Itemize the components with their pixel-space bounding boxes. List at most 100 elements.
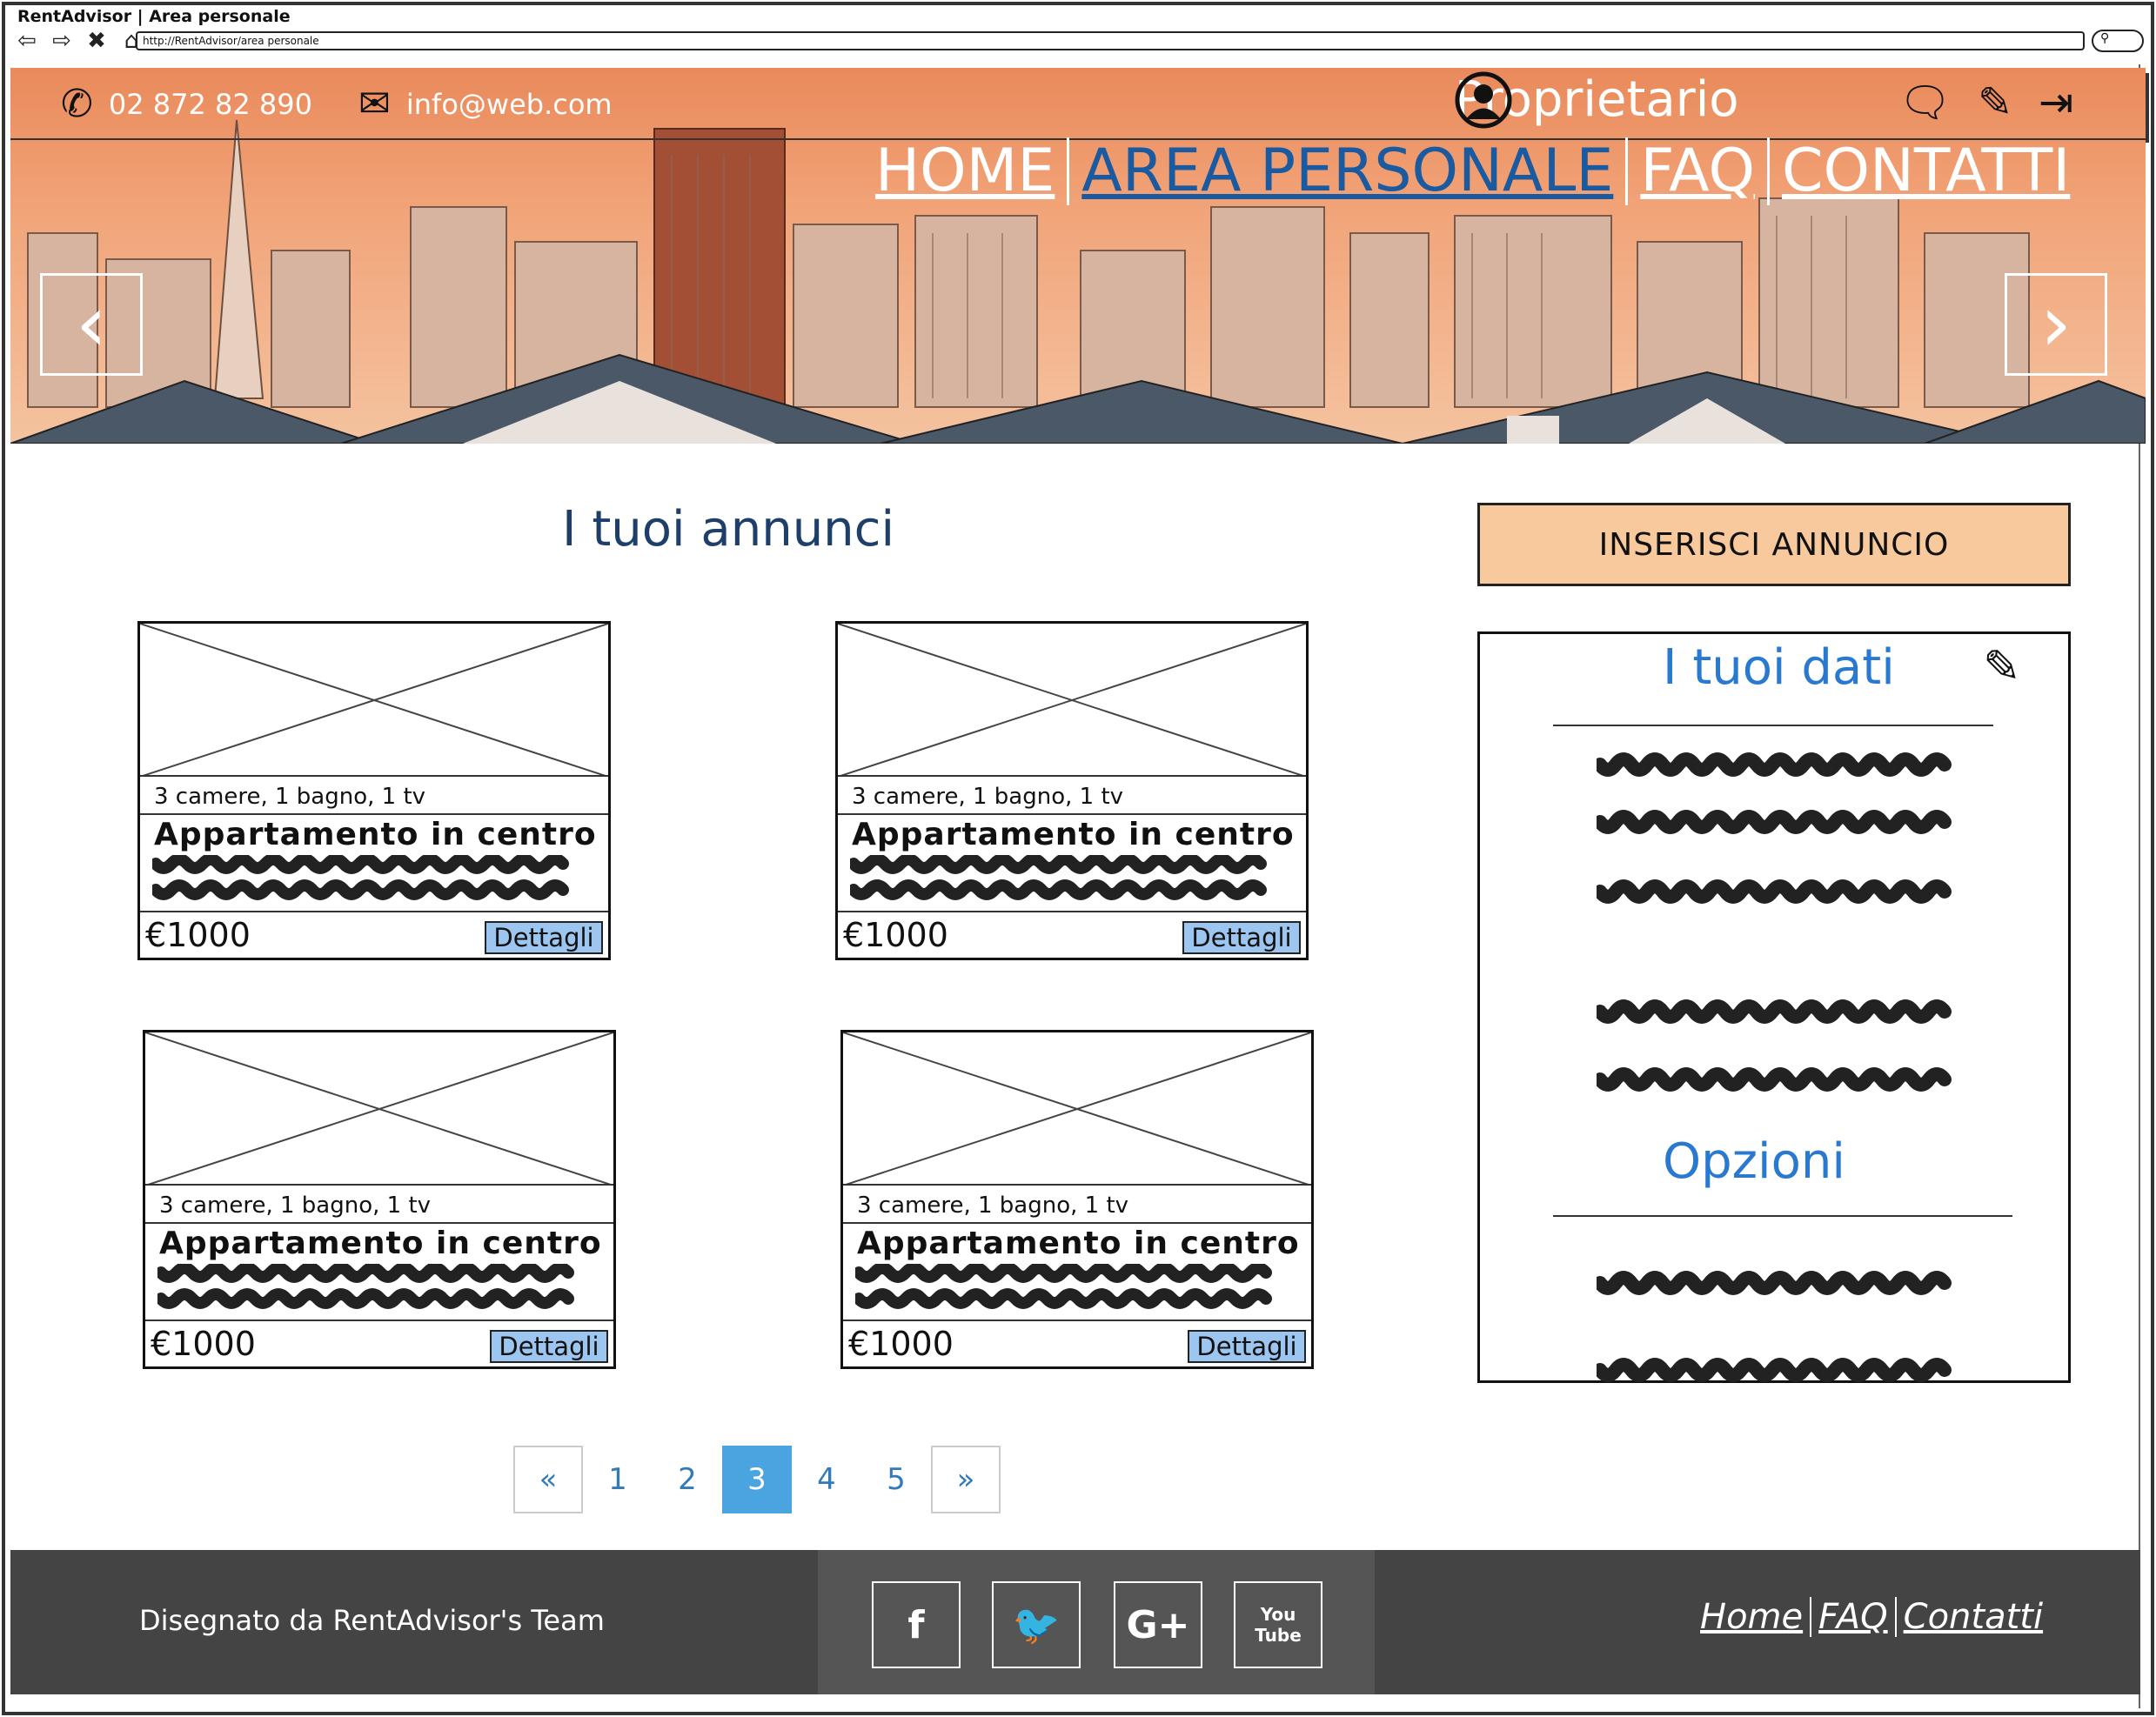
listing-description-scribble [157,1264,574,1309]
listing-title: Appartamento in centro [857,1226,1300,1261]
divider [1553,725,1993,726]
listing-meta: 3 camere, 1 bagno, 1 tv [159,1193,432,1219]
facebook-icon[interactable]: f [872,1581,961,1668]
edit-icon[interactable]: ✎ [1978,82,2012,124]
browser-nav: ⇦ ⇨ ✖ ⌂ [14,26,144,56]
edit-data-icon[interactable]: ✎ [1983,645,2021,690]
divider [140,813,608,815]
details-button[interactable]: Dettagli [485,921,603,954]
listing-meta: 3 camere, 1 bagno, 1 tv [852,784,1124,810]
footer: Disegnato da RentAdvisor's Team f 🐦 G+ Y… [10,1550,2140,1694]
chevron-left-icon: ‹ [76,278,107,370]
carousel-next-button[interactable]: › [2005,273,2107,376]
user-data-panel: I tuoi dati ✎ Opzioni [1477,631,2071,1383]
listing-image-placeholder [843,1032,1311,1186]
divider [843,1319,1311,1321]
footer-link-faq[interactable]: FAQ [1811,1597,1897,1637]
data-field-scribble [1597,752,1952,777]
footer-link-home[interactable]: Home [1693,1597,1812,1637]
listings-title: I tuoi annunci [562,501,895,558]
listing-description-scribble [855,1264,1272,1309]
phone-number: 02 872 82 890 [108,87,312,121]
page-1[interactable]: 1 [583,1446,653,1513]
page-4[interactable]: 4 [792,1446,861,1513]
details-button[interactable]: Dettagli [490,1330,608,1363]
footer-links: Home FAQ Contatti [1693,1597,2050,1637]
google-plus-icon[interactable]: G+ [1114,1581,1202,1668]
hero-banner: ✆ 02 872 82 890 ✉ info@web.com Proprieta… [10,68,2146,444]
youtube-icon[interactable]: You Tube [1234,1581,1322,1668]
forward-icon[interactable]: ⇨ [49,28,75,54]
carousel-prev-button[interactable]: ‹ [40,273,143,376]
listing-title: Appartamento in centro [154,817,597,852]
listing-card: 3 camere, 1 bagno, 1 tv Appartamento in … [137,621,611,960]
divider [838,813,1306,815]
data-field-scribble [1597,1358,1952,1382]
listing-price: €1000 [848,1325,954,1363]
listing-image-placeholder [838,624,1306,777]
pagination-prev[interactable]: « [513,1446,583,1513]
details-button[interactable]: Dettagli [1188,1330,1306,1363]
user-actions: 🗨 ✎ ⇥ [1898,82,2073,124]
divider [140,911,608,912]
browser-window: RentAdvisor | Area personale ⇦ ⇨ ✖ ⌂ htt… [2,2,2154,1715]
listing-meta: 3 camere, 1 bagno, 1 tv [154,784,426,810]
page-5[interactable]: 5 [861,1446,931,1513]
details-button[interactable]: Dettagli [1182,921,1301,954]
pagination: « 1 2 3 4 5 » [513,1446,1001,1513]
close-icon[interactable]: ✖ [84,28,110,54]
listing-title: Appartamento in centro [159,1226,602,1261]
main-nav: HOME AREA PERSONALE FAQ CONTATTI [863,137,2082,206]
listing-card: 3 camere, 1 bagno, 1 tv Appartamento in … [143,1030,616,1369]
phone-contact[interactable]: ✆ 02 872 82 890 [61,82,312,126]
email-contact[interactable]: ✉ info@web.com [358,82,613,126]
listing-card: 3 camere, 1 bagno, 1 tv Appartamento in … [835,621,1309,960]
divider [145,1222,613,1224]
listing-price: €1000 [843,916,948,954]
window-title: RentAdvisor | Area personale [17,7,291,26]
data-field-scribble [1597,999,1952,1024]
page-2[interactable]: 2 [653,1446,722,1513]
user-avatar-icon [1455,71,1512,129]
nav-home[interactable]: HOME [863,137,1070,206]
options-title: Opzioni [1663,1133,1845,1190]
listing-price: €1000 [151,1325,256,1363]
data-field-scribble [1597,1067,1952,1092]
insert-listing-button[interactable]: INSERISCI ANNUNCIO [1477,503,2071,586]
data-title: I tuoi dati [1663,639,1895,696]
chat-icon[interactable]: 🗨 [1898,82,1952,124]
search-icon[interactable]: ⚲ [2092,30,2144,52]
listing-image-placeholder [140,624,608,777]
back-icon[interactable]: ⇦ [14,28,40,54]
address-bar[interactable]: http://RentAdvisor/area personale [136,31,2085,50]
social-section: f 🐦 G+ You Tube [818,1550,1375,1694]
listing-title: Appartamento in centro [852,817,1295,852]
footer-credit: Disegnato da RentAdvisor's Team [139,1604,605,1637]
divider [843,1222,1311,1224]
mail-icon: ✉ [358,82,391,126]
email-address: info@web.com [405,87,613,121]
nav-area-personale[interactable]: AREA PERSONALE [1069,137,1629,206]
data-field-scribble [1597,879,1952,904]
nav-contatti[interactable]: CONTATTI [1770,137,2082,205]
chevron-right-icon: › [2040,278,2072,370]
listing-description-scribble [152,855,569,900]
divider [838,911,1306,912]
page-3-current[interactable]: 3 [722,1446,792,1513]
listing-description-scribble [850,855,1267,900]
divider [145,1319,613,1321]
data-field-scribble [1597,1271,1952,1295]
nav-faq[interactable]: FAQ [1628,137,1771,206]
data-field-scribble [1597,810,1952,834]
listing-card: 3 camere, 1 bagno, 1 tv Appartamento in … [840,1030,1314,1369]
user-menu[interactable]: Proprietario [1455,71,1739,129]
footer-link-contatti[interactable]: Contatti [1897,1597,2050,1637]
listing-price: €1000 [145,916,251,954]
twitter-icon[interactable]: 🐦 [992,1581,1081,1668]
logout-icon[interactable]: ⇥ [2039,82,2073,124]
pagination-next[interactable]: » [931,1446,1001,1513]
city-skyline-image [10,68,2146,444]
phone-icon: ✆ [61,82,93,126]
listing-image-placeholder [145,1032,613,1186]
divider [1553,1215,2012,1217]
